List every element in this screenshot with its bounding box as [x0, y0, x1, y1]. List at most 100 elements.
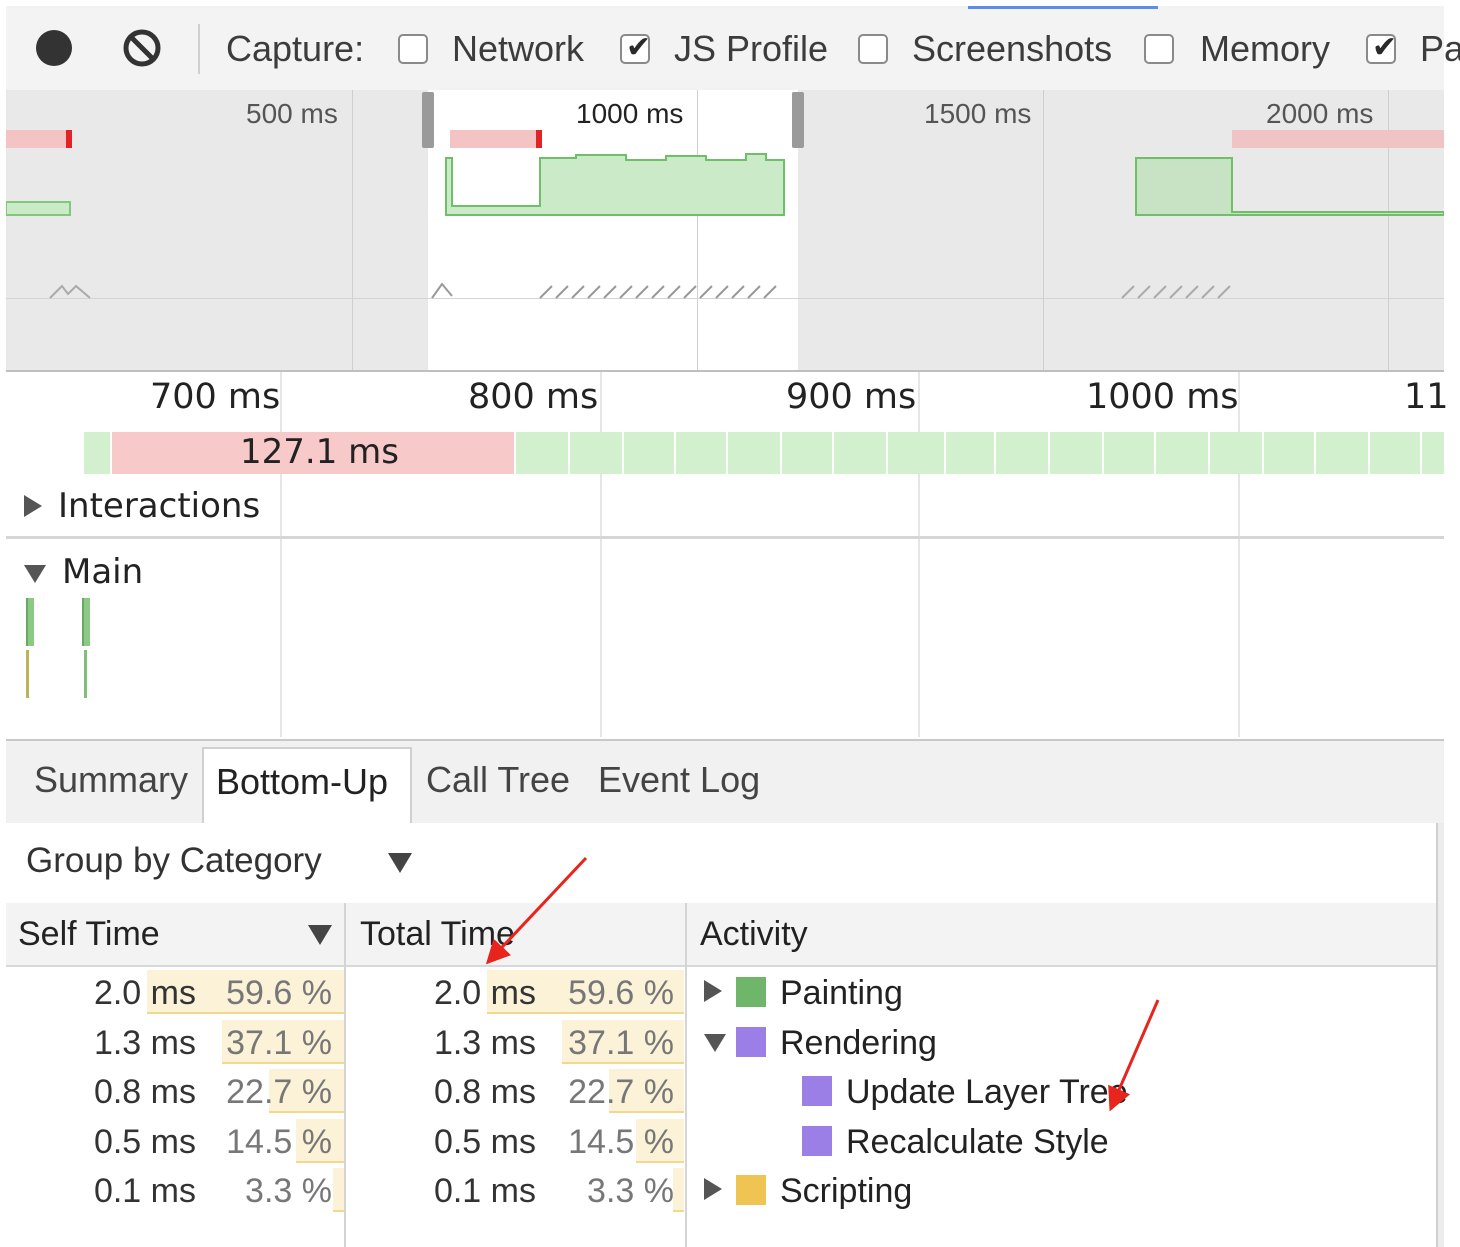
frame-bar[interactable]	[1422, 432, 1444, 474]
check-icon: ✔	[626, 31, 652, 64]
total-time-header[interactable]: Total Time	[360, 915, 515, 954]
paint-label: Pa	[1420, 28, 1460, 69]
frame-bar[interactable]	[570, 432, 624, 474]
frame-bar[interactable]	[946, 432, 996, 474]
toolbar-divider	[198, 24, 200, 74]
group-by-value: Group by Category	[26, 841, 322, 880]
group-by-select[interactable]: Group by Category	[26, 841, 426, 885]
frame-bar[interactable]	[84, 432, 112, 474]
fps-green-graph	[1135, 157, 1444, 216]
fps-green-graph	[445, 153, 785, 216]
table-row[interactable]: 1.3 ms 37.1 % 1.3 ms 37.1 % Rendering	[6, 1018, 1436, 1068]
fps-red-marker	[66, 130, 72, 148]
memory-checkbox[interactable]	[1144, 34, 1174, 64]
self-time-bar	[333, 1168, 344, 1212]
frame-bar[interactable]	[1104, 432, 1156, 474]
frame-bar[interactable]	[888, 432, 946, 474]
tab-bottom-up[interactable]: Bottom-Up	[202, 747, 412, 823]
network-label: Network	[452, 28, 585, 69]
table-row[interactable]: 0.8 ms 22.7 % 0.8 ms 22.7 % Update Layer Tre…	[6, 1067, 1436, 1117]
main-task-bar[interactable]	[84, 650, 87, 698]
activity-name: Rendering	[780, 1023, 937, 1062]
network-checkbox[interactable]	[398, 34, 428, 64]
main-task-bar[interactable]	[26, 598, 34, 646]
frame-bar[interactable]	[676, 432, 728, 474]
js-profile-checkbox[interactable]: ✔	[620, 31, 651, 64]
table-row[interactable]: 2.0 ms 59.6 % 2.0 ms 59.6 % Painting	[6, 968, 1436, 1018]
cpu-hatch	[539, 285, 777, 299]
toolbar-accent	[968, 6, 1158, 9]
frame-bar[interactable]	[516, 432, 570, 474]
frame-bar[interactable]	[834, 432, 888, 474]
frame-bar[interactable]	[1050, 432, 1104, 474]
block-icon	[123, 29, 161, 67]
table-row[interactable]: 0.5 ms 14.5 % 0.5 ms 14.5 % Recalculate Styl…	[6, 1117, 1436, 1167]
table-row[interactable]: 0.1 ms 3.3 % 0.1 ms 3.3 % Scripting	[6, 1166, 1436, 1216]
total-percent-value: 37.1 %	[568, 1023, 674, 1062]
total-percent-value: 22.7 %	[568, 1073, 674, 1111]
frame-bar[interactable]	[1156, 432, 1210, 474]
self-time-header[interactable]: Self Time	[18, 915, 160, 954]
total-percent-value: 14.5 %	[568, 1122, 674, 1161]
activity-name: Painting	[780, 974, 903, 1012]
self-time-value: 1.3 ms	[93, 1023, 196, 1062]
self-percent-value: 59.6 %	[226, 974, 332, 1012]
fps-red-marker	[536, 130, 542, 148]
total-time-value: 1.3 ms	[433, 1023, 536, 1062]
track-divider	[6, 536, 1444, 539]
self-time-value: 2.0 ms	[93, 974, 196, 1012]
frame-bar[interactable]	[1210, 432, 1264, 474]
timeline-tick: 700 ms	[150, 377, 281, 417]
main-task-bar[interactable]	[82, 598, 90, 646]
main-task-bar[interactable]	[26, 650, 29, 698]
screenshots-checkbox[interactable]	[858, 34, 888, 64]
activity-header[interactable]: Activity	[700, 915, 808, 954]
selection-handle-left[interactable]	[422, 92, 434, 148]
category-color-swatch	[802, 1076, 832, 1106]
frame-bar[interactable]	[1264, 432, 1316, 474]
activity-name: Scripting	[780, 1172, 913, 1210]
category-color-swatch	[802, 1125, 832, 1156]
total-time-value: 0.8 ms	[433, 1073, 536, 1111]
collapse-arrow-icon[interactable]	[704, 1033, 726, 1052]
timeline-gridline	[918, 372, 920, 737]
record-button[interactable]	[36, 30, 72, 66]
interactions-label: Interactions	[58, 486, 261, 526]
fps-red-bar	[6, 130, 68, 148]
frame-bar[interactable]	[996, 432, 1050, 474]
flame-chart[interactable]: 700 ms 800 ms 900 ms 1000 ms 11 127.1 ms…	[6, 372, 1449, 737]
frame-bar[interactable]	[1370, 432, 1422, 474]
frame-bar[interactable]	[624, 432, 676, 474]
clear-button[interactable]	[122, 28, 162, 68]
expand-arrow-icon[interactable]	[704, 1178, 722, 1200]
expand-arrow-icon[interactable]	[704, 980, 722, 1002]
selection-handle-right[interactable]	[792, 92, 804, 148]
expand-arrow-icon	[24, 495, 42, 517]
tab-call-tree[interactable]: Call Tree	[426, 759, 570, 801]
table-header: Self Time Total Time Activity	[6, 903, 1436, 967]
paint-checkbox[interactable]: ✔	[1366, 31, 1397, 64]
details-tabbar: Summary Bottom-Up Call Tree Event Log	[6, 739, 1444, 825]
self-percent-value: 37.1 %	[226, 1023, 332, 1062]
frame-bar[interactable]	[728, 432, 782, 474]
timeline-tick: 900 ms	[786, 377, 917, 417]
sort-descending-icon	[308, 925, 332, 945]
long-frame-duration: 127.1 ms	[240, 432, 399, 472]
timeline-tick: 800 ms	[468, 377, 599, 417]
interactions-track-header[interactable]: Interactions	[24, 486, 260, 526]
overview-activity-graph	[6, 130, 1444, 299]
cpu-hatch	[431, 282, 453, 299]
frame-bar[interactable]	[782, 432, 834, 474]
timeline-tick: 1000 ms	[1086, 377, 1239, 417]
main-track-header[interactable]: Main	[24, 552, 143, 592]
frame-bar[interactable]	[1316, 432, 1370, 474]
total-time-value: 0.1 ms	[433, 1172, 536, 1210]
self-time-value: 0.5 ms	[93, 1122, 196, 1161]
tab-event-log[interactable]: Event Log	[598, 759, 760, 801]
timeline-overview[interactable]: 500 ms 1000 ms 1500 ms 2000 ms	[6, 90, 1444, 372]
dropdown-arrow-icon	[388, 853, 412, 873]
long-frame-bar[interactable]: 127.1 ms	[112, 432, 516, 474]
total-time-value: 2.0 ms	[433, 974, 536, 1012]
scrollbar-track[interactable]	[1436, 823, 1444, 1247]
tab-summary[interactable]: Summary	[34, 759, 188, 801]
